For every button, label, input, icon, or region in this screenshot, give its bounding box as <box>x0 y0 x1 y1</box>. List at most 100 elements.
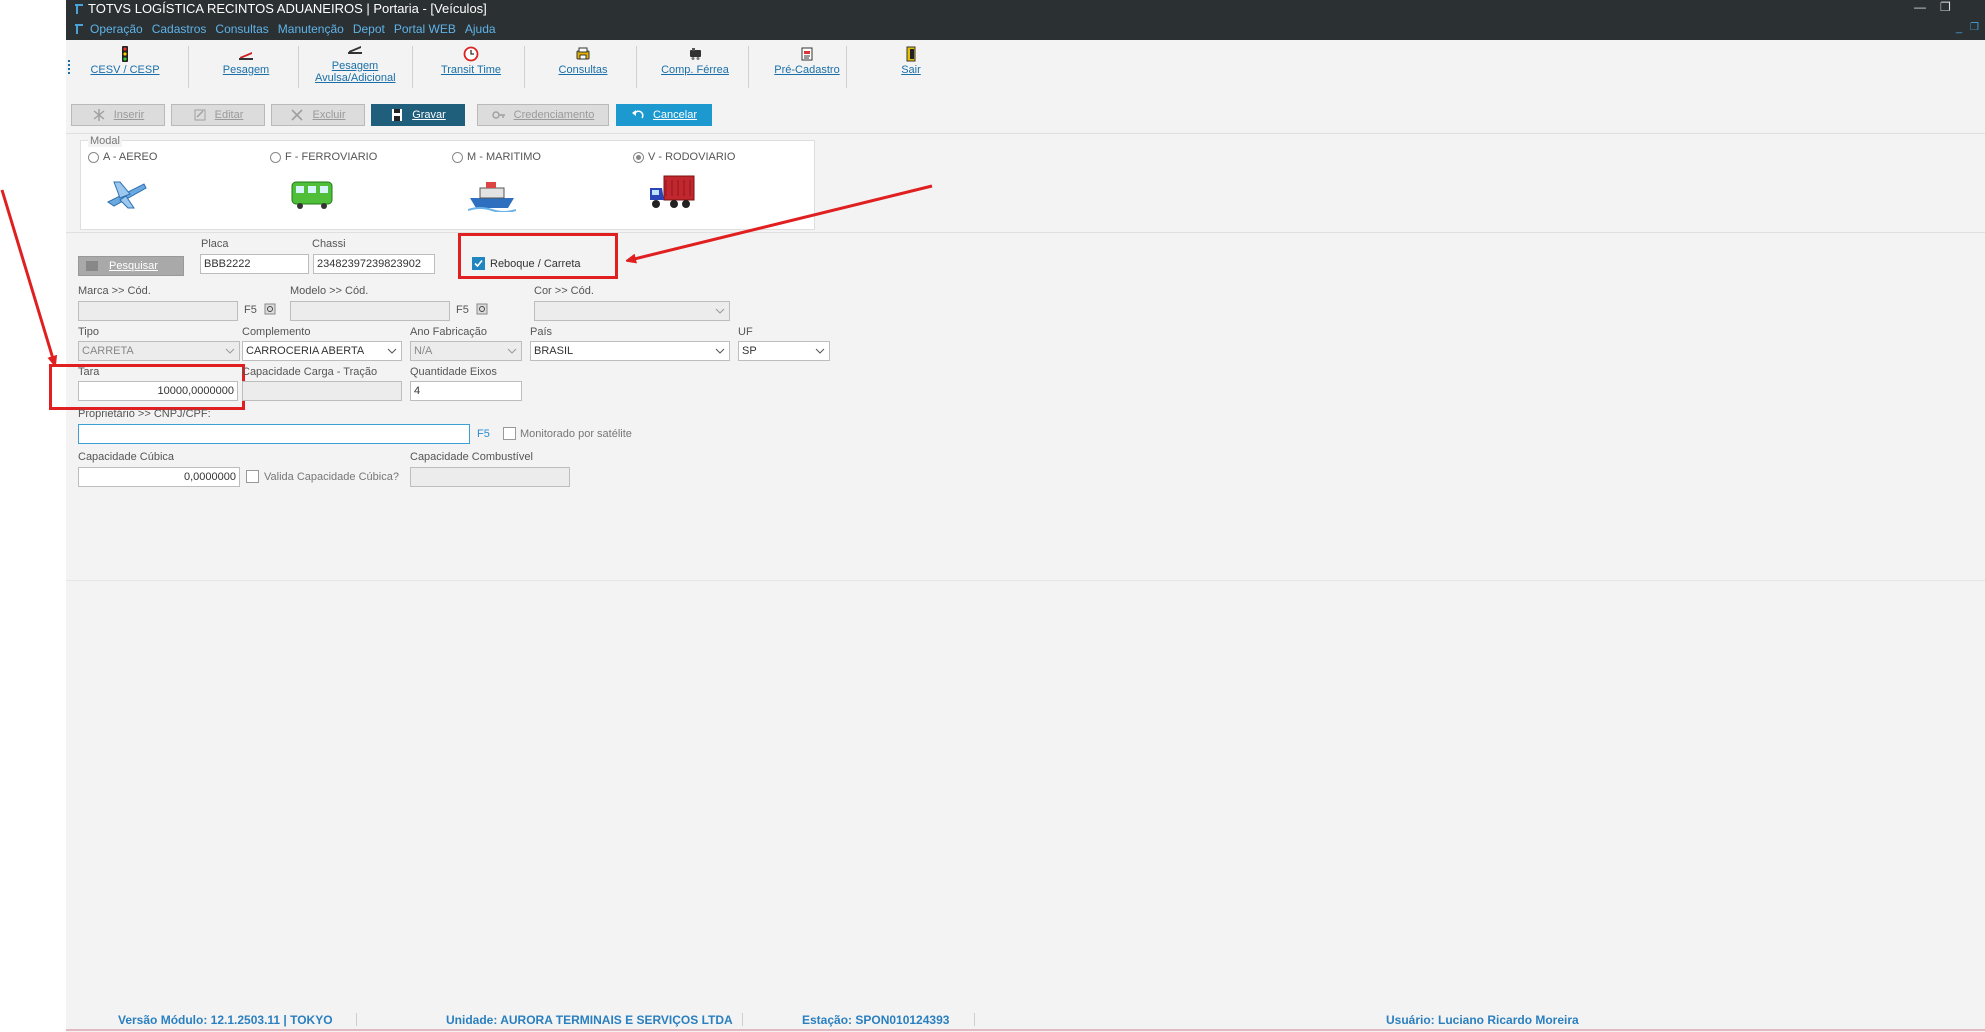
placa-label: Placa <box>201 238 229 250</box>
modelo-input[interactable] <box>290 301 450 321</box>
quantidade-eixos-label: Quantidade Eixos <box>410 366 497 378</box>
mdi-restore-icon[interactable]: ❐ <box>1970 22 1979 33</box>
toolbar-pesagem-avulsa-button[interactable]: Pesagem Avulsa/Adicional <box>300 40 410 90</box>
chassi-input[interactable]: 23482397239823902 <box>313 254 435 274</box>
document-icon <box>801 47 813 61</box>
radio-ferroviario-circle <box>270 151 281 163</box>
excluir-button[interactable]: Excluir <box>271 104 365 126</box>
cor-label: Cor >> Cód. <box>534 285 594 297</box>
pais-select[interactable]: BRASIL <box>530 341 730 361</box>
insert-icon <box>93 109 105 121</box>
mdi-minimize-icon[interactable]: _ <box>1956 22 1962 34</box>
credenciamento-button[interactable]: Credenciamento <box>477 104 609 126</box>
status-usuario: Usuário: Luciano Ricardo Moreira <box>1386 1013 1579 1027</box>
toolbar-separator <box>846 46 847 88</box>
toolbar-grip[interactable] <box>68 60 72 74</box>
quantidade-eixos-input[interactable]: 4 <box>410 381 522 401</box>
pesquisar-button[interactable]: Pesquisar <box>78 256 184 276</box>
ano-fabricacao-select[interactable]: N/A <box>410 341 522 361</box>
cancelar-button[interactable]: Cancelar <box>616 104 712 126</box>
toolbar-separator <box>748 46 749 88</box>
restore-icon[interactable]: ❐ <box>1940 0 1951 14</box>
marca-input[interactable] <box>78 301 238 321</box>
scale-icon <box>348 46 362 54</box>
radio-aereo-circle <box>88 151 99 163</box>
chevron-down-icon <box>387 348 397 354</box>
capacidade-carga-label: Capacidade Carga - Tração <box>242 366 378 378</box>
menu-cadastros[interactable]: Cadastros <box>152 22 207 36</box>
menu-operacao[interactable]: Operação <box>90 22 143 36</box>
marca-label: Marca >> Cód. <box>78 285 151 297</box>
menu-portal-web[interactable]: Portal WEB <box>394 22 456 36</box>
train-mode-icon <box>291 181 333 209</box>
toolbar-sair-button[interactable]: Sair <box>856 40 966 90</box>
exit-door-icon <box>906 46 916 62</box>
minimize-icon[interactable]: — <box>1914 0 1926 14</box>
toolbar-cesv-button[interactable]: CESV / CESP <box>80 40 170 90</box>
traffic-light-icon <box>122 46 128 62</box>
chassi-label: Chassi <box>312 238 346 250</box>
tipo-select[interactable]: CARRETA <box>78 341 240 361</box>
pais-label: País <box>530 326 553 338</box>
capacidade-carga-input[interactable] <box>242 381 402 401</box>
proprietario-input[interactable] <box>78 424 470 444</box>
complemento-label: Complemento <box>242 326 311 338</box>
toolbar-transit-time-button[interactable]: Transit Time <box>416 40 526 90</box>
monitorado-checkbox[interactable] <box>503 427 516 440</box>
modal-group-label: Modal <box>88 135 122 147</box>
delete-icon <box>291 109 304 121</box>
modelo-label: Modelo >> Cód. <box>290 285 369 297</box>
capacidade-combustivel-label: Capacidade Combustível <box>410 451 533 463</box>
marca-lookup-icon[interactable] <box>264 303 276 315</box>
capacidade-combustivel-input[interactable] <box>410 467 570 487</box>
ship-icon <box>468 182 516 212</box>
inserir-button[interactable]: Inserir <box>71 104 165 126</box>
status-bar: Versão Módulo: 12.1.2503.11 | TOKYO Unid… <box>66 1010 1985 1028</box>
complemento-select[interactable]: CARROCERIA ABERTA <box>242 341 402 361</box>
editar-button[interactable]: Editar <box>171 104 265 126</box>
valida-cubica-checkbox[interactable] <box>246 470 259 483</box>
modelo-lookup-icon[interactable] <box>476 303 488 315</box>
key-icon <box>491 111 505 119</box>
radio-aereo[interactable]: A - AEREO <box>88 151 157 163</box>
divider <box>66 133 1985 134</box>
cor-select[interactable] <box>534 301 730 321</box>
app-logo-icon <box>75 4 83 14</box>
uf-label: UF <box>738 326 753 338</box>
gravar-button[interactable]: Gravar <box>371 104 465 126</box>
annotation-arrow-left <box>0 189 54 362</box>
menu-consultas[interactable]: Consultas <box>215 22 268 36</box>
toolbar-pesagem-button[interactable]: Pesagem <box>196 40 296 90</box>
capacidade-cubica-label: Capacidade Cúbica <box>78 451 175 463</box>
toolbar-separator <box>524 46 525 88</box>
menu-depot[interactable]: Depot <box>353 22 385 36</box>
toolbar-consultas-button[interactable]: Consultas <box>528 40 638 90</box>
radio-maritimo[interactable]: M - MARITIMO <box>452 151 541 163</box>
modelo-f5-hint: F5 <box>456 304 469 316</box>
printer-icon <box>576 47 590 60</box>
toolbar-comp-ferrea-button[interactable]: Comp. Férrea <box>640 40 750 90</box>
title-bar: TOTVS LOGÍSTICA RECINTOS ADUANEIROS | Po… <box>66 0 1985 40</box>
radio-rodoviario[interactable]: V - RODOVIARIO <box>633 151 735 163</box>
menu-ajuda[interactable]: Ajuda <box>465 22 496 36</box>
valida-cubica-label: Valida Capacidade Cúbica? <box>264 471 399 483</box>
train-icon <box>690 48 701 60</box>
menu-manutencao[interactable]: Manutenção <box>278 22 344 36</box>
chevron-down-icon <box>715 348 725 354</box>
proprietario-label: Proprietário >> CNPJ/CPF: <box>78 408 211 420</box>
radio-ferroviario[interactable]: F - FERROVIARIO <box>270 151 377 163</box>
truck-icon <box>650 175 695 208</box>
capacidade-cubica-input[interactable]: 0,0000000 <box>78 467 240 487</box>
scale-icon <box>239 52 253 60</box>
uf-select[interactable]: SP <box>738 341 830 361</box>
status-unidade: Unidade: AURORA TERMINAIS E SERVIÇOS LTD… <box>446 1013 733 1027</box>
window-title: TOTVS LOGÍSTICA RECINTOS ADUANEIROS | Po… <box>88 1 487 16</box>
divider <box>66 232 1985 233</box>
chevron-down-icon <box>225 348 235 354</box>
chevron-down-icon <box>507 348 517 354</box>
tipo-label: Tipo <box>78 326 99 338</box>
undo-icon <box>631 110 644 119</box>
toolbar-separator <box>636 46 637 88</box>
placa-input[interactable]: BBB2222 <box>200 254 309 274</box>
status-separator <box>356 1013 357 1026</box>
